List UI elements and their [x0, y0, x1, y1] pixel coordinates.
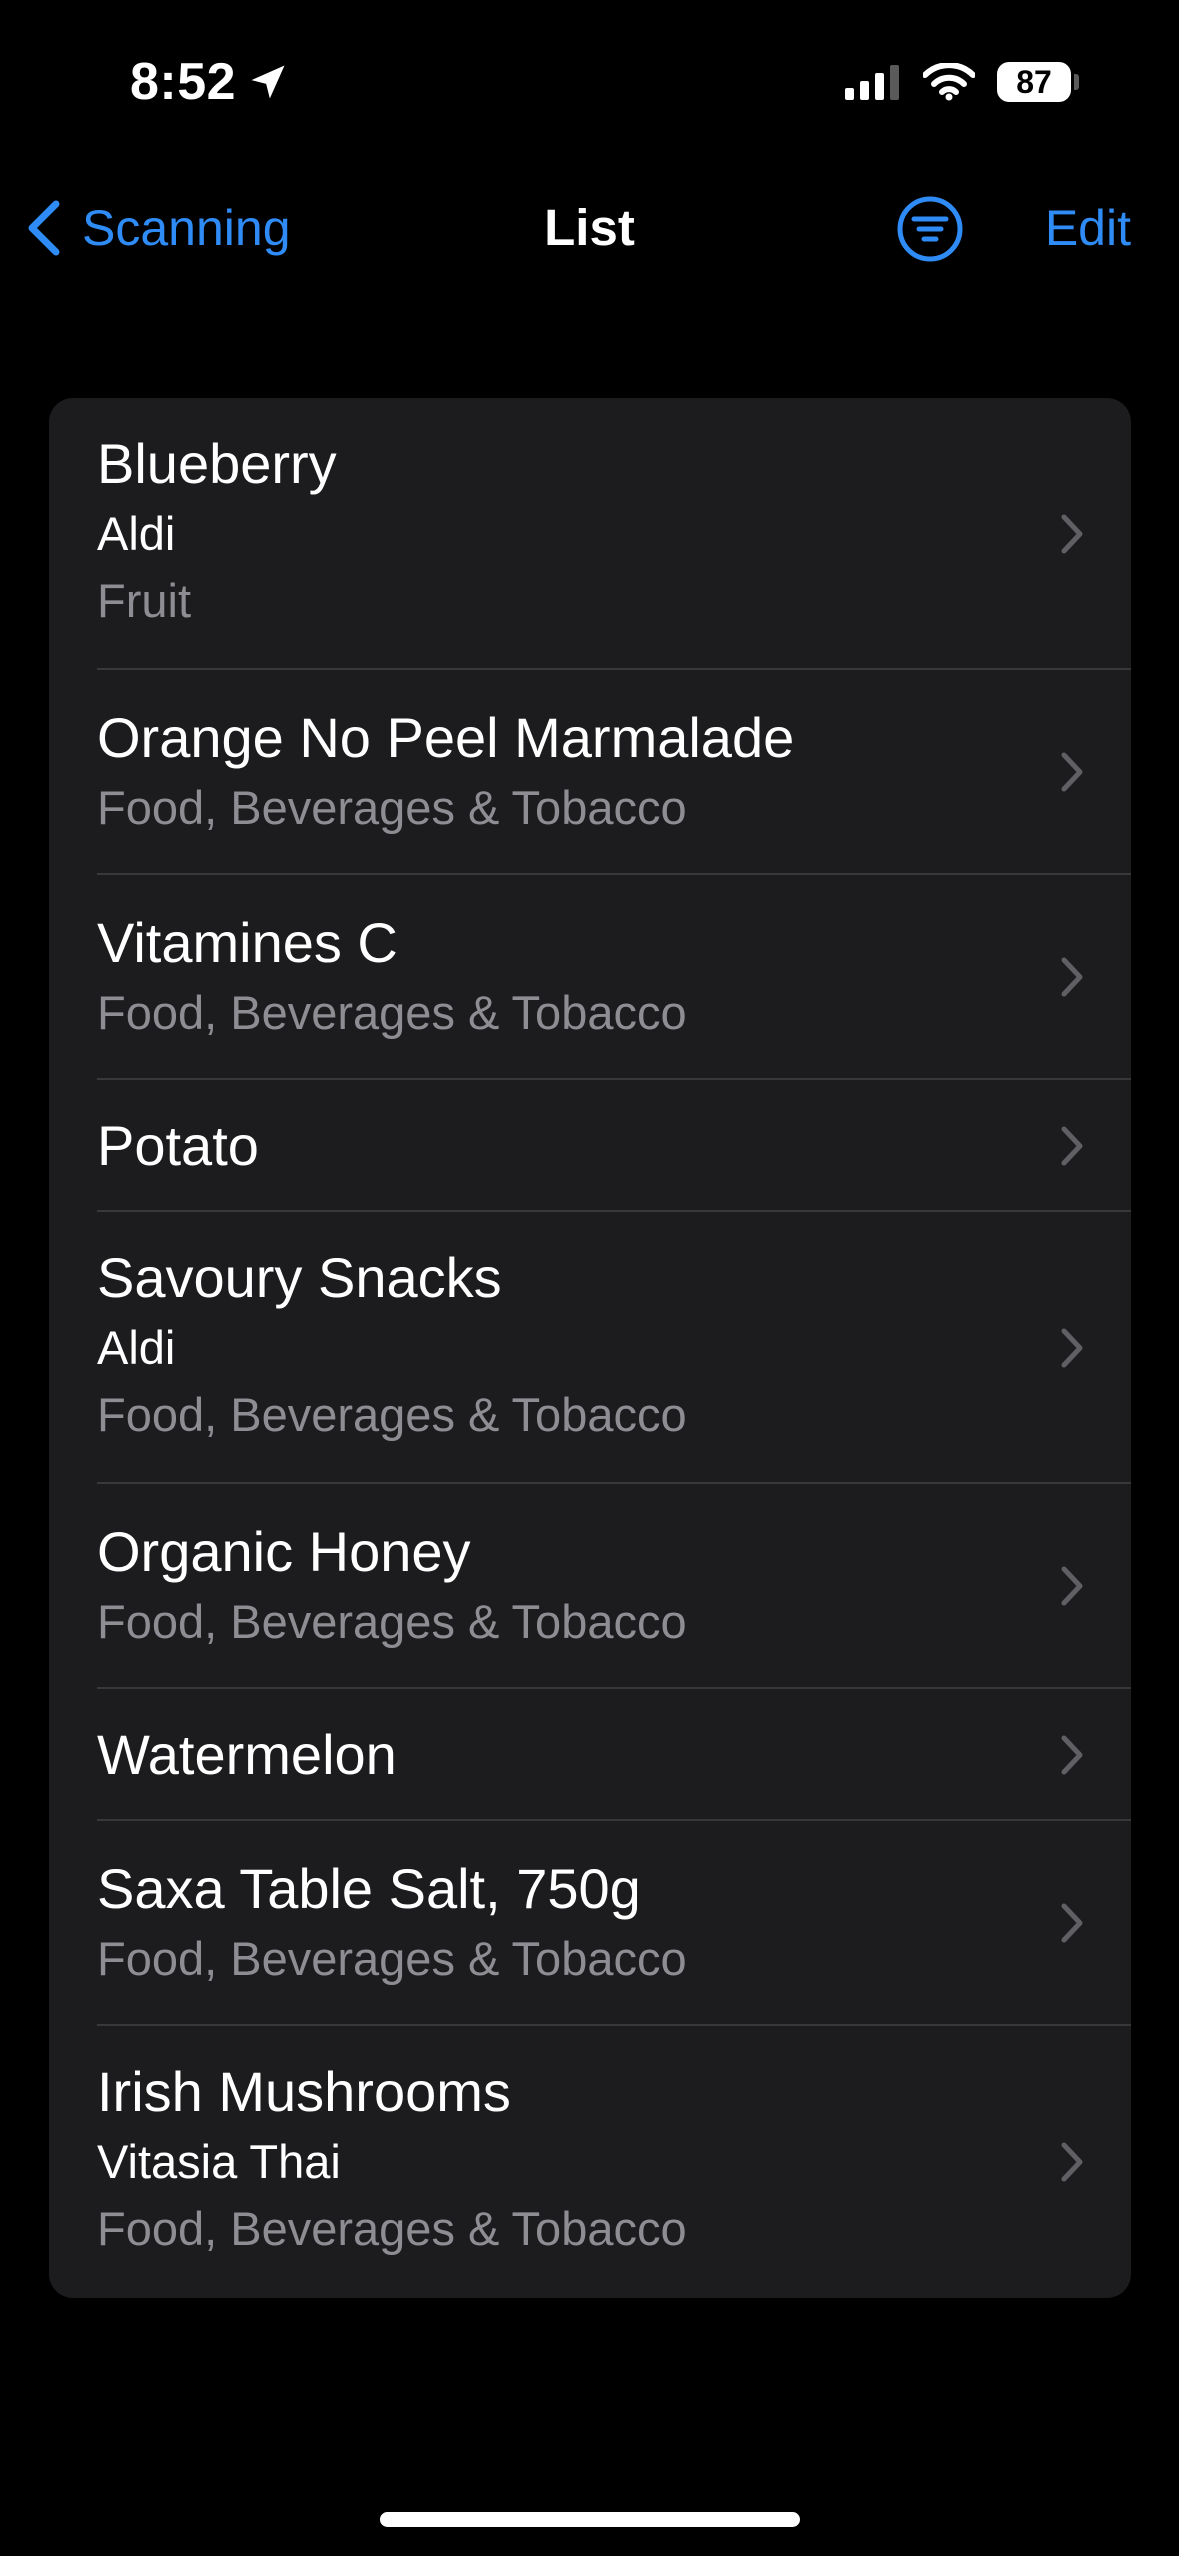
list-item-text: Saxa Table Salt, 750g Food, Beverages & …	[97, 1853, 1011, 1992]
item-store: Aldi	[97, 1321, 176, 1374]
filter-button[interactable]	[895, 194, 965, 264]
item-store: Vitasia Thai	[97, 2135, 341, 2188]
list-item[interactable]: Watermelon	[49, 1689, 1131, 1821]
list-item-text: Irish Mushrooms Vitasia Thai Food, Bever…	[97, 2056, 1011, 2262]
item-category: Food, Beverages & Tobacco	[97, 1388, 687, 1441]
item-category: Fruit	[97, 574, 191, 627]
list-item[interactable]: Blueberry Aldi Fruit	[49, 398, 1131, 670]
chevron-left-icon	[24, 198, 64, 258]
time-group: 8:52	[130, 52, 290, 112]
item-title: Orange No Peel Marmalade	[97, 706, 795, 769]
item-title: Saxa Table Salt, 750g	[97, 1857, 641, 1920]
list-item-text: Watermelon	[97, 1719, 1011, 1791]
item-title: Watermelon	[97, 1723, 397, 1786]
chevron-right-icon	[1059, 2140, 1085, 2184]
item-title: Savoury Snacks	[97, 1246, 502, 1309]
chevron-right-icon	[1059, 1901, 1085, 1945]
list-item[interactable]: Savoury Snacks Aldi Food, Beverages & To…	[49, 1212, 1131, 1484]
list-item-text: Orange No Peel Marmalade Food, Beverages…	[97, 702, 1011, 841]
status-indicators: 87	[845, 62, 1079, 102]
list-item-text: Potato	[97, 1110, 1011, 1182]
edit-button[interactable]: Edit	[1045, 192, 1131, 264]
list-item[interactable]: Orange No Peel Marmalade Food, Beverages…	[49, 670, 1131, 875]
location-arrow-icon	[246, 60, 290, 104]
filter-icon	[895, 196, 965, 268]
item-category: Food, Beverages & Tobacco	[97, 1595, 687, 1648]
items-list: Blueberry Aldi Fruit Orange No Peel Marm…	[49, 398, 1131, 2298]
list-item-text: Vitamines C Food, Beverages & Tobacco	[97, 907, 1011, 1046]
list-item[interactable]: Saxa Table Salt, 750g Food, Beverages & …	[49, 1821, 1131, 2026]
item-title: Vitamines C	[97, 911, 398, 974]
list-item[interactable]: Irish Mushrooms Vitasia Thai Food, Bever…	[49, 2026, 1131, 2298]
status-bar: 8:52 87	[0, 0, 1179, 170]
chevron-right-icon	[1059, 512, 1085, 556]
list-item-text: Savoury Snacks Aldi Food, Beverages & To…	[97, 1242, 1011, 1448]
battery-indicator: 87	[997, 62, 1079, 102]
list-item[interactable]: Organic Honey Food, Beverages & Tobacco	[49, 1484, 1131, 1689]
list-item-text: Blueberry Aldi Fruit	[97, 428, 1011, 634]
back-button[interactable]: Scanning	[24, 192, 291, 264]
list-item[interactable]: Potato	[49, 1080, 1131, 1212]
list-item[interactable]: Vitamines C Food, Beverages & Tobacco	[49, 875, 1131, 1080]
chevron-right-icon	[1059, 955, 1085, 999]
navigation-bar: List Scanning Edit	[0, 170, 1179, 285]
chevron-right-icon	[1059, 750, 1085, 794]
chevron-right-icon	[1059, 1564, 1085, 1608]
item-category: Food, Beverages & Tobacco	[97, 781, 687, 834]
home-indicator[interactable]	[380, 2512, 800, 2527]
chevron-right-icon	[1059, 1733, 1085, 1777]
battery-level: 87	[997, 62, 1071, 102]
item-title: Blueberry	[97, 432, 337, 495]
chevron-right-icon	[1059, 1124, 1085, 1168]
item-store: Aldi	[97, 507, 176, 560]
back-button-label: Scanning	[82, 200, 291, 256]
status-time: 8:52	[130, 53, 237, 111]
item-category: Food, Beverages & Tobacco	[97, 2202, 687, 2255]
list-item-text: Organic Honey Food, Beverages & Tobacco	[97, 1516, 1011, 1655]
battery-cap	[1074, 74, 1079, 90]
item-title: Potato	[97, 1114, 259, 1177]
item-title: Organic Honey	[97, 1520, 471, 1583]
item-category: Food, Beverages & Tobacco	[97, 1932, 687, 1985]
chevron-right-icon	[1059, 1326, 1085, 1370]
cellular-signal-icon	[845, 64, 901, 100]
item-title: Irish Mushrooms	[97, 2060, 511, 2123]
screen: 8:52 87 List Scanning Edit Blueberry Ald…	[0, 0, 1179, 2556]
item-category: Food, Beverages & Tobacco	[97, 986, 687, 1039]
wifi-icon	[923, 63, 975, 101]
